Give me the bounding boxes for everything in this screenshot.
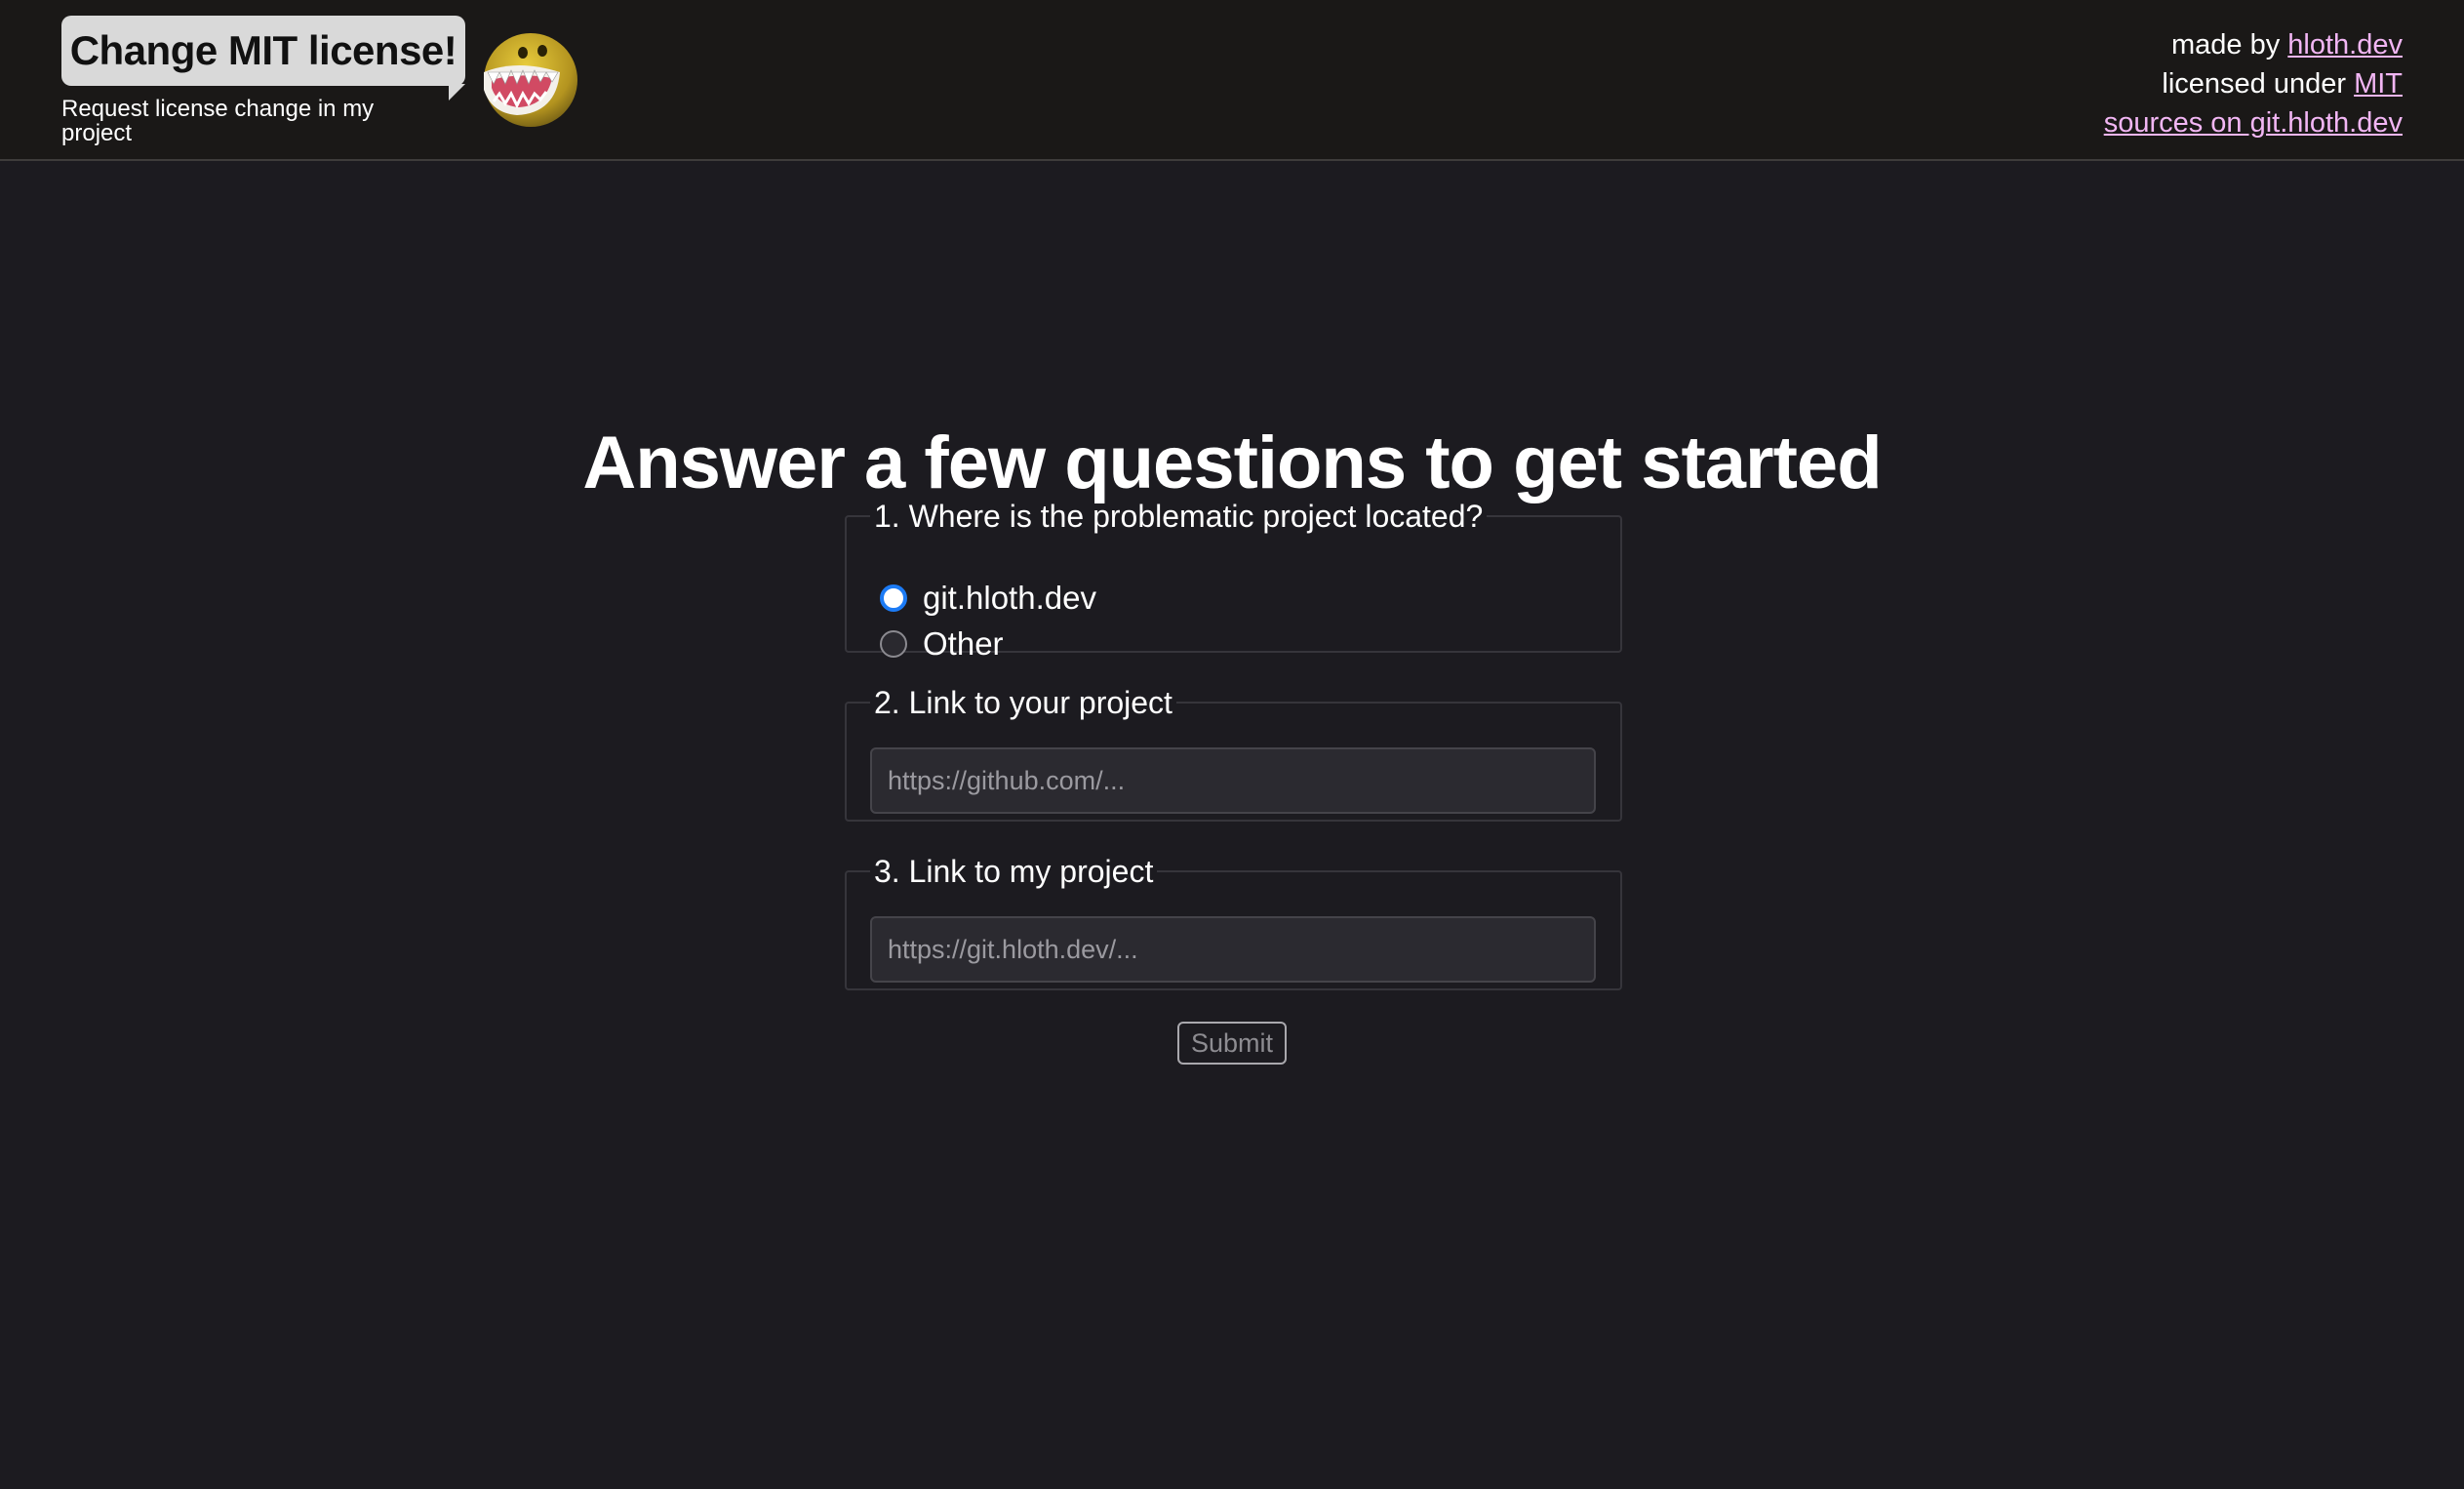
question-my-project: 3. Link to my project xyxy=(845,853,1622,990)
license-link[interactable]: MIT xyxy=(2354,68,2403,100)
credits: made by hloth.dev licensed under MIT sou… xyxy=(2104,25,2403,142)
my-project-link-input[interactable] xyxy=(870,916,1596,983)
radio-other[interactable] xyxy=(880,630,907,658)
option-git-hloth-dev[interactable]: git.hloth.dev xyxy=(880,580,1096,617)
sources-line: sources on git.hloth.dev xyxy=(2104,103,2403,142)
logo-title[interactable]: Change MIT license! xyxy=(61,16,465,86)
option-other[interactable]: Other xyxy=(880,625,1004,663)
option-other-label: Other xyxy=(923,625,1004,662)
question-my-project-legend: 3. Link to my project xyxy=(874,854,1154,889)
speech-bubble-tail xyxy=(449,84,465,101)
question-location: 1. Where is the problematic project loca… xyxy=(845,498,1622,662)
question-your-project-legend: 2. Link to your project xyxy=(874,685,1172,720)
option-git-hloth-dev-label: git.hloth.dev xyxy=(923,580,1096,616)
made-by-prefix: made by xyxy=(2171,29,2288,60)
logo-subtitle: Request license change in my project xyxy=(61,96,375,146)
your-project-link-input[interactable] xyxy=(870,747,1596,814)
author-link[interactable]: hloth.dev xyxy=(2287,29,2403,60)
question-your-project: 2. Link to your project xyxy=(845,684,1622,822)
grinning-monster-icon xyxy=(484,33,577,127)
question-location-legend: 1. Where is the problematic project loca… xyxy=(874,499,1484,534)
license-line: licensed under MIT xyxy=(2104,64,2403,103)
sources-link[interactable]: sources on git.hloth.dev xyxy=(2104,107,2403,139)
submit-button[interactable]: Submit xyxy=(1177,1022,1287,1065)
radio-git-hloth-dev[interactable] xyxy=(880,584,907,612)
header-bar: Change MIT license! Request license chan… xyxy=(0,0,2464,161)
made-by-line: made by hloth.dev xyxy=(2104,25,2403,64)
license-prefix: licensed under xyxy=(2162,68,2355,100)
